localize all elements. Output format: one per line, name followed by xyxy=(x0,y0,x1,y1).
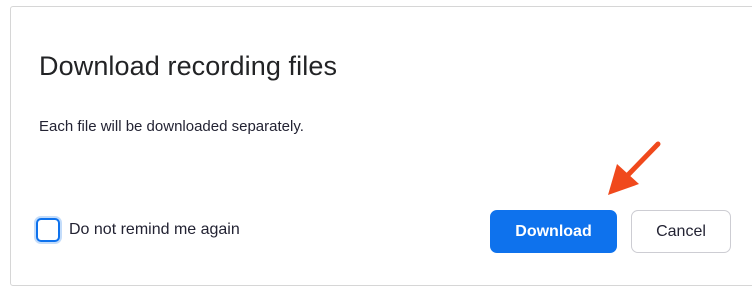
dialog-message: Each file will be downloaded separately. xyxy=(39,118,304,135)
remind-checkbox[interactable] xyxy=(36,218,60,242)
remind-checkbox-row[interactable]: Do not remind me again xyxy=(36,218,240,242)
download-button[interactable]: Download xyxy=(490,210,617,253)
red-arrow-icon xyxy=(608,141,661,195)
cancel-button[interactable]: Cancel xyxy=(631,210,731,253)
remind-checkbox-label[interactable]: Do not remind me again xyxy=(69,221,240,239)
dialog-title: Download recording files xyxy=(39,51,338,81)
